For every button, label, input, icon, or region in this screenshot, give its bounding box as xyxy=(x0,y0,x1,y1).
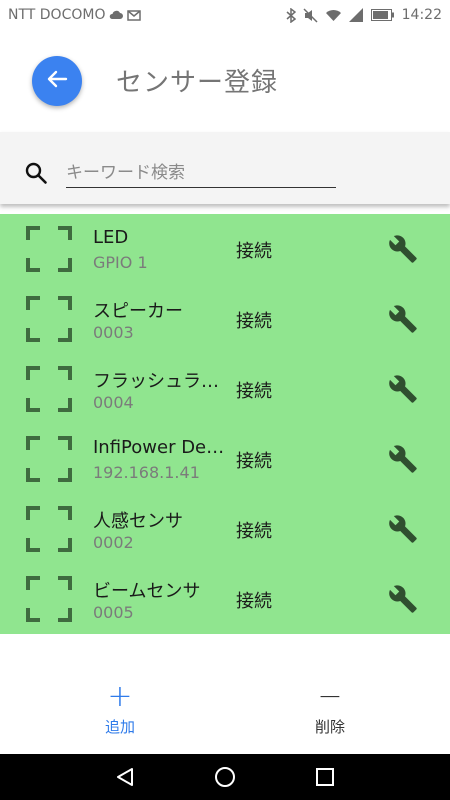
plus-icon: + xyxy=(107,679,133,714)
arrow-back-icon xyxy=(46,68,68,94)
search-icon xyxy=(24,161,48,189)
sensor-name: フラッシュライト xyxy=(93,371,231,392)
list-item[interactable]: フラッシュライト 0004 接続 xyxy=(0,354,450,424)
system-nav-bar xyxy=(0,754,450,800)
scan-frame-icon xyxy=(26,296,72,346)
minus-icon: − xyxy=(317,679,343,714)
add-label: 追加 xyxy=(104,718,135,736)
nav-recents-icon[interactable] xyxy=(314,766,336,792)
wrench-icon[interactable] xyxy=(388,374,418,408)
carrier-name: NTT DOCOMO xyxy=(8,7,106,23)
search-bar xyxy=(0,132,450,204)
connect-button[interactable]: 接続 xyxy=(236,307,272,333)
connect-button[interactable]: 接続 xyxy=(236,377,272,403)
sensor-id: 0005 xyxy=(93,603,134,622)
sensor-id: 0004 xyxy=(93,393,134,412)
connect-button[interactable]: 接続 xyxy=(236,587,272,613)
scan-frame-icon xyxy=(26,436,72,486)
bluetooth-icon xyxy=(286,7,296,23)
page-title: センサー登録 xyxy=(116,68,279,98)
wifi-icon xyxy=(325,9,342,22)
list-item[interactable]: LED GPIO 1 接続 xyxy=(0,214,450,284)
list-item[interactable]: InfiPower Device 192.168.1.41 接続 xyxy=(0,424,450,494)
sensor-name: LED xyxy=(93,227,129,248)
sensor-id: 0003 xyxy=(93,323,134,342)
mail-icon xyxy=(127,9,142,21)
sensor-list: LED GPIO 1 接続 スピーカー 0003 接続 フラッシュライト 000… xyxy=(0,214,450,634)
connect-button[interactable]: 接続 xyxy=(236,517,272,543)
sensor-name: 人感センサ xyxy=(93,511,183,532)
connect-button[interactable]: 接続 xyxy=(236,447,272,473)
nav-back-icon[interactable] xyxy=(114,766,136,792)
sensor-name: InfiPower Device xyxy=(93,437,231,458)
connect-button[interactable]: 接続 xyxy=(236,237,272,263)
status-bar: NTT DOCOMO 14:22 xyxy=(0,0,450,30)
nav-home-icon[interactable] xyxy=(214,766,236,792)
wrench-icon[interactable] xyxy=(388,234,418,268)
list-item[interactable]: スピーカー 0003 接続 xyxy=(0,284,450,354)
bottom-actions: + 追加 − 削除 xyxy=(0,680,450,754)
add-button[interactable]: + 追加 xyxy=(60,680,180,737)
mute-icon xyxy=(303,7,318,23)
sensor-id: 192.168.1.41 xyxy=(93,463,200,482)
status-left: NTT DOCOMO xyxy=(8,7,142,23)
scan-frame-icon xyxy=(26,366,72,416)
search-input[interactable] xyxy=(66,158,336,188)
cloud-icon xyxy=(109,10,124,20)
delete-button[interactable]: − 削除 xyxy=(270,680,390,737)
status-right: 14:22 xyxy=(286,7,442,23)
wrench-icon[interactable] xyxy=(388,444,418,478)
list-item[interactable]: 人感センサ 0002 接続 xyxy=(0,494,450,564)
sensor-name: スピーカー xyxy=(93,301,183,322)
wrench-icon[interactable] xyxy=(388,584,418,618)
signal-icon xyxy=(348,8,364,22)
sensor-id: GPIO 1 xyxy=(93,253,148,272)
back-button[interactable] xyxy=(32,56,82,106)
scan-frame-icon xyxy=(26,506,72,556)
scan-frame-icon xyxy=(26,226,72,276)
scan-frame-icon xyxy=(26,576,72,626)
sensor-id: 0002 xyxy=(93,533,134,552)
app-header: センサー登録 xyxy=(0,30,450,132)
wrench-icon[interactable] xyxy=(388,514,418,548)
sensor-name: ビームセンサ xyxy=(93,581,201,602)
battery-icon xyxy=(370,9,395,21)
list-item[interactable]: ビームセンサ 0005 接続 xyxy=(0,564,450,634)
wrench-icon[interactable] xyxy=(388,304,418,338)
status-time: 14:22 xyxy=(401,7,442,23)
delete-label: 削除 xyxy=(314,718,345,736)
